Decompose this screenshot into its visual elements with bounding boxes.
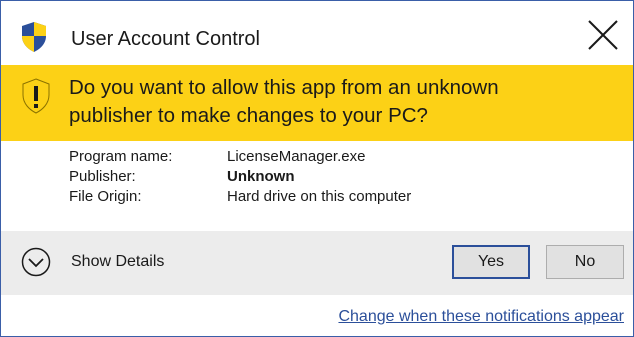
program-name-value: LicenseManager.exe xyxy=(227,148,366,165)
title-bar: User Account Control xyxy=(1,1,633,65)
button-bar: Show Details Yes No xyxy=(1,231,633,295)
chevron-down-circle-icon[interactable] xyxy=(21,247,51,277)
warning-shield-icon xyxy=(22,78,50,114)
prompt-line-1: Do you want to allow this app from an un… xyxy=(69,76,499,99)
publisher-value: Unknown xyxy=(227,168,295,185)
warning-banner: Do you want to allow this app from an un… xyxy=(1,65,633,141)
prompt-question: Do you want to allow this app from an un… xyxy=(69,74,499,130)
program-name-label: Program name: xyxy=(69,148,173,165)
yes-button[interactable]: Yes xyxy=(452,245,530,279)
no-button[interactable]: No xyxy=(546,245,624,279)
program-name-row: Program name: LicenseManager.exe xyxy=(69,147,411,167)
file-origin-row: File Origin: Hard drive on this computer xyxy=(69,187,411,207)
publisher-row: Publisher: Unknown xyxy=(69,167,411,187)
uac-dialog: User Account Control Do you want to allo… xyxy=(0,0,634,337)
show-details-toggle[interactable]: Show Details xyxy=(71,253,164,271)
change-notifications-link[interactable]: Change when these notifications appear xyxy=(338,308,624,326)
publisher-label: Publisher: xyxy=(69,168,136,185)
file-origin-label: File Origin: xyxy=(69,188,142,205)
dialog-title: User Account Control xyxy=(71,28,260,50)
file-origin-value: Hard drive on this computer xyxy=(227,188,412,205)
uac-shield-icon xyxy=(22,22,46,52)
close-icon[interactable] xyxy=(585,17,621,53)
prompt-line-2: publisher to make changes to your PC? xyxy=(69,104,428,127)
program-info: Program name: LicenseManager.exe Publish… xyxy=(69,147,411,207)
